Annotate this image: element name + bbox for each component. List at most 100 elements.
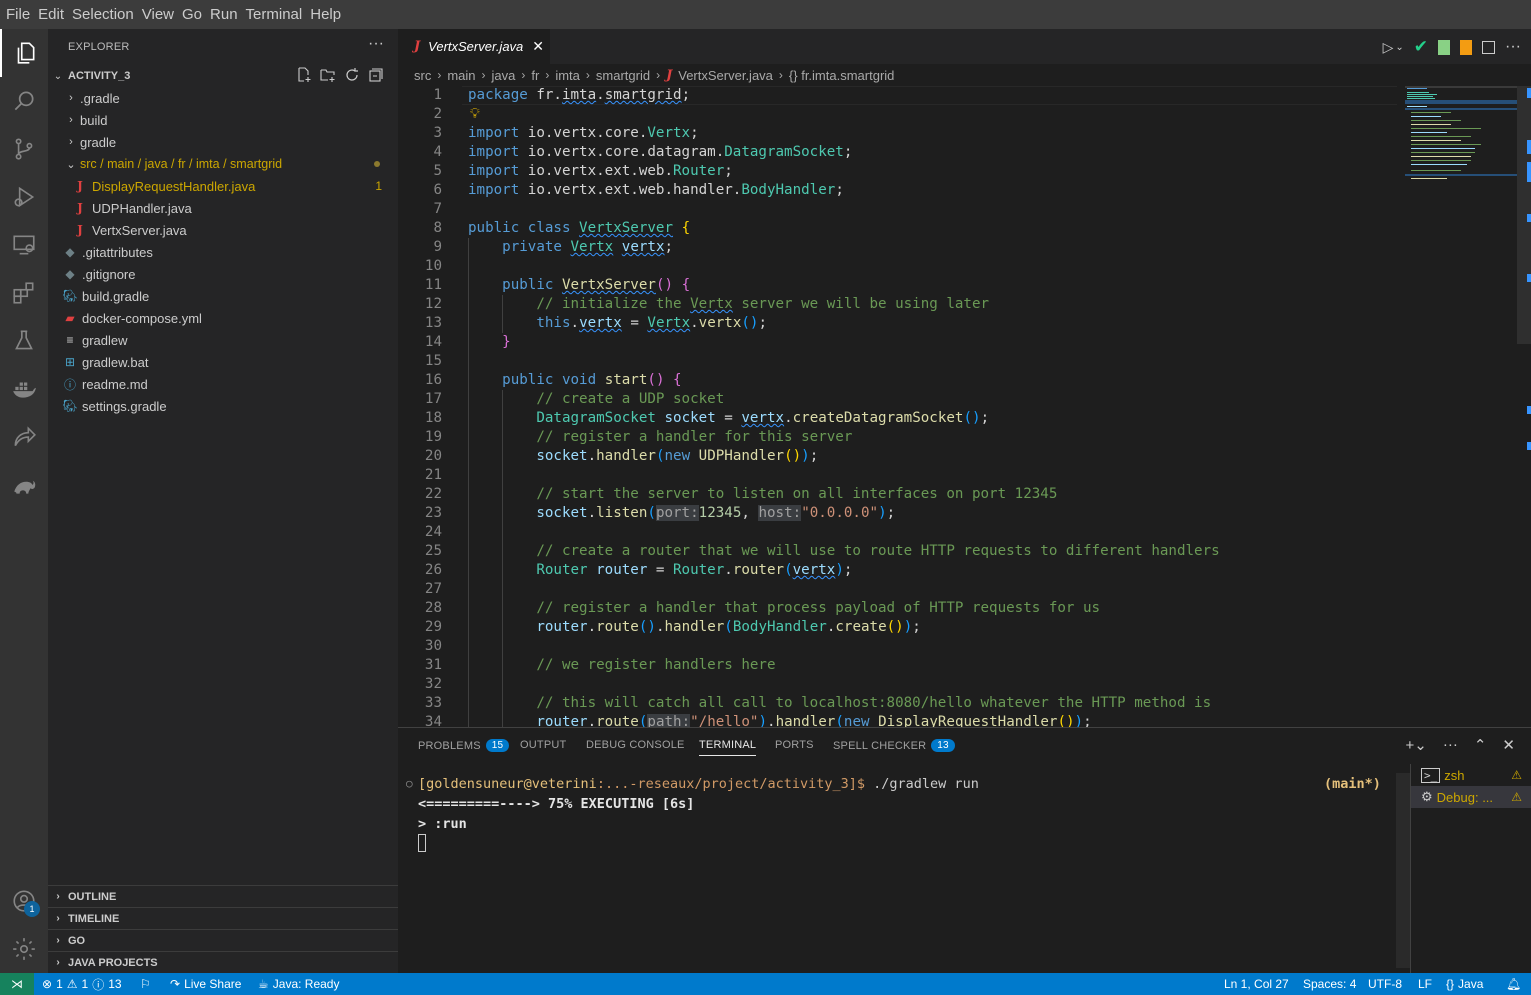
menu-file[interactable]: File: [2, 0, 34, 29]
line-number: 30: [424, 638, 442, 654]
tab-output[interactable]: OUTPUT: [520, 739, 566, 751]
breadcrumb-item[interactable]: src: [414, 68, 431, 83]
tree-item-gradlew-bat[interactable]: ⊞ gradlew.bat: [48, 351, 398, 373]
tree-item-gradlew[interactable]: ≡ gradlew: [48, 329, 398, 351]
maximize-panel-icon[interactable]: ⌃: [1474, 736, 1487, 754]
tree-item-settings-gradle[interactable]: 🐘︎ settings.gradle: [48, 395, 398, 417]
close-icon[interactable]: ✕: [1502, 736, 1515, 754]
breadcrumb-item[interactable]: {} fr.imta.smartgrid: [789, 68, 894, 83]
tab-spell-checker[interactable]: SPELL CHECKER 13: [833, 739, 955, 752]
search-icon[interactable]: [0, 77, 48, 125]
notifications-status[interactable]: 🔔︎: [1506, 973, 1521, 995]
breadcrumb-item[interactable]: java: [492, 68, 516, 83]
chevron-right-icon: ›: [481, 68, 486, 82]
tab-vertxserver[interactable]: J VertxServer.java ✕: [398, 29, 550, 64]
lightbulb-icon[interactable]: 💡︎: [470, 105, 480, 124]
cursor-position[interactable]: Ln 1, Col 27: [1224, 973, 1289, 995]
encoding-status[interactable]: UTF-8: [1368, 973, 1402, 995]
tree-item-gitattributes[interactable]: ◆ .gitattributes: [48, 241, 398, 263]
chevron-right-icon: ›: [69, 92, 73, 104]
menu-view[interactable]: View: [138, 0, 178, 29]
run-icon[interactable]: ▷: [1383, 39, 1394, 56]
remote-explorer-icon[interactable]: [0, 221, 48, 269]
tree-item-gradle-dir[interactable]: › .gradle: [48, 87, 398, 109]
code-line: 11 public VertxServer() {: [398, 276, 1398, 295]
remote-indicator[interactable]: ⋊: [0, 973, 34, 995]
breadcrumb-item[interactable]: VertxServer.java: [678, 68, 773, 83]
source-control-icon[interactable]: [0, 125, 48, 173]
menu-terminal[interactable]: Terminal: [242, 0, 307, 29]
more-actions-icon[interactable]: ···: [368, 35, 384, 53]
green-book-icon[interactable]: [1438, 39, 1451, 55]
settings-gear-icon[interactable]: [0, 925, 48, 973]
editor-scrollbar[interactable]: [1517, 86, 1531, 727]
run-debug-icon[interactable]: [0, 173, 48, 221]
language-status[interactable]: {} Java: [1446, 973, 1483, 995]
terminal-command: ./gradlew run: [865, 776, 979, 792]
close-icon[interactable]: ✕: [532, 38, 544, 55]
gradle-file-icon: 🐘︎: [62, 289, 78, 303]
new-terminal-icon[interactable]: +⌄: [1406, 736, 1427, 754]
tree-item-vertxserver[interactable]: J VertxServer.java: [48, 219, 398, 241]
accounts-icon[interactable]: 1: [0, 877, 48, 925]
breadcrumb-item[interactable]: imta: [555, 68, 580, 83]
terminal-item-zsh[interactable]: >_ zsh ⚠: [1411, 764, 1531, 786]
tree-item-gitignore[interactable]: ◆ .gitignore: [48, 263, 398, 285]
menu-go[interactable]: Go: [178, 0, 206, 29]
breadcrumb-item[interactable]: main: [447, 68, 475, 83]
code-editor[interactable]: 1 package fr.imta.smartgrid; 2 💡︎ 3 import …: [398, 86, 1531, 727]
menu-run[interactable]: Run: [206, 0, 242, 29]
tree-item-label: .gradle: [80, 90, 120, 106]
explorer-icon[interactable]: [0, 29, 48, 77]
terminal-item-debug[interactable]: ⚙ Debug: ... ⚠: [1411, 786, 1531, 808]
live-share-icon[interactable]: [0, 413, 48, 461]
section-timeline[interactable]: › TIMELINE: [48, 907, 398, 929]
line-number: 9: [433, 239, 442, 255]
tree-item-docker-compose[interactable]: ▰ docker-compose.yml: [48, 307, 398, 329]
code-text: this.vertx = Vertx.vertx();: [536, 315, 768, 331]
breadcrumb-item[interactable]: fr: [531, 68, 539, 83]
orange-book-icon[interactable]: [1460, 39, 1473, 55]
more-actions-icon[interactable]: ···: [1443, 736, 1458, 754]
run-status[interactable]: ⚐: [140, 973, 151, 995]
docker-icon[interactable]: [0, 365, 48, 413]
breadcrumb-item[interactable]: smartgrid: [596, 68, 650, 83]
menu-edit[interactable]: Edit: [34, 0, 68, 29]
split-editor-icon[interactable]: [1482, 40, 1496, 54]
tab-problems[interactable]: PROBLEMS 15: [418, 739, 510, 752]
java-status[interactable]: ☕︎ Java: Ready: [258, 973, 339, 995]
check-icon[interactable]: ✔: [1414, 37, 1428, 57]
tab-debug-console[interactable]: DEBUG CONSOLE: [586, 739, 685, 751]
menu-help[interactable]: Help: [306, 0, 345, 29]
section-go[interactable]: › GO: [48, 929, 398, 951]
gradle-icon[interactable]: [0, 461, 48, 509]
tree-item-build-gradle[interactable]: 🐘︎ build.gradle: [48, 285, 398, 307]
menu-selection[interactable]: Selection: [68, 0, 138, 29]
indentation-status[interactable]: Spaces: 4: [1303, 973, 1356, 995]
section-outline[interactable]: › OUTLINE: [48, 885, 398, 907]
tree-item-readme[interactable]: ⓘ readme.md: [48, 373, 398, 395]
tree-item-gradle[interactable]: › gradle: [48, 131, 398, 153]
tab-ports[interactable]: PORTS: [775, 739, 814, 751]
prompt-path: :...-reseaux/project/activity_3]$: [596, 776, 866, 792]
collapse-all-icon[interactable]: [368, 67, 384, 83]
eol-status[interactable]: LF: [1418, 973, 1432, 995]
more-actions-icon[interactable]: ···: [1505, 38, 1521, 56]
line-number: 28: [424, 600, 442, 616]
section-java-projects[interactable]: › JAVA PROJECTS: [48, 951, 398, 973]
new-file-icon[interactable]: [296, 67, 312, 83]
tree-item-smartgrid-package[interactable]: ⌄ src / main / java / fr / imta / smartg…: [48, 153, 398, 175]
minimap[interactable]: [1405, 86, 1517, 186]
refresh-icon[interactable]: [344, 67, 360, 83]
live-share-status[interactable]: ↷ Live Share: [170, 973, 241, 995]
tree-item-displayrequesthandler[interactable]: J DisplayRequestHandler.java 1: [48, 175, 398, 197]
tree-item-udphandler[interactable]: J UDPHandler.java: [48, 197, 398, 219]
new-folder-icon[interactable]: [320, 67, 336, 83]
tab-terminal[interactable]: TERMINAL: [699, 739, 757, 756]
testing-icon[interactable]: [0, 317, 48, 365]
chevron-down-icon[interactable]: ⌄: [1395, 42, 1403, 53]
tree-item-build[interactable]: › build: [48, 109, 398, 131]
extensions-icon[interactable]: [0, 269, 48, 317]
problems-status[interactable]: ⊗ 1 ⚠ 1 ⓘ 13: [42, 973, 122, 995]
terminal-scrollbar[interactable]: [1396, 773, 1410, 968]
